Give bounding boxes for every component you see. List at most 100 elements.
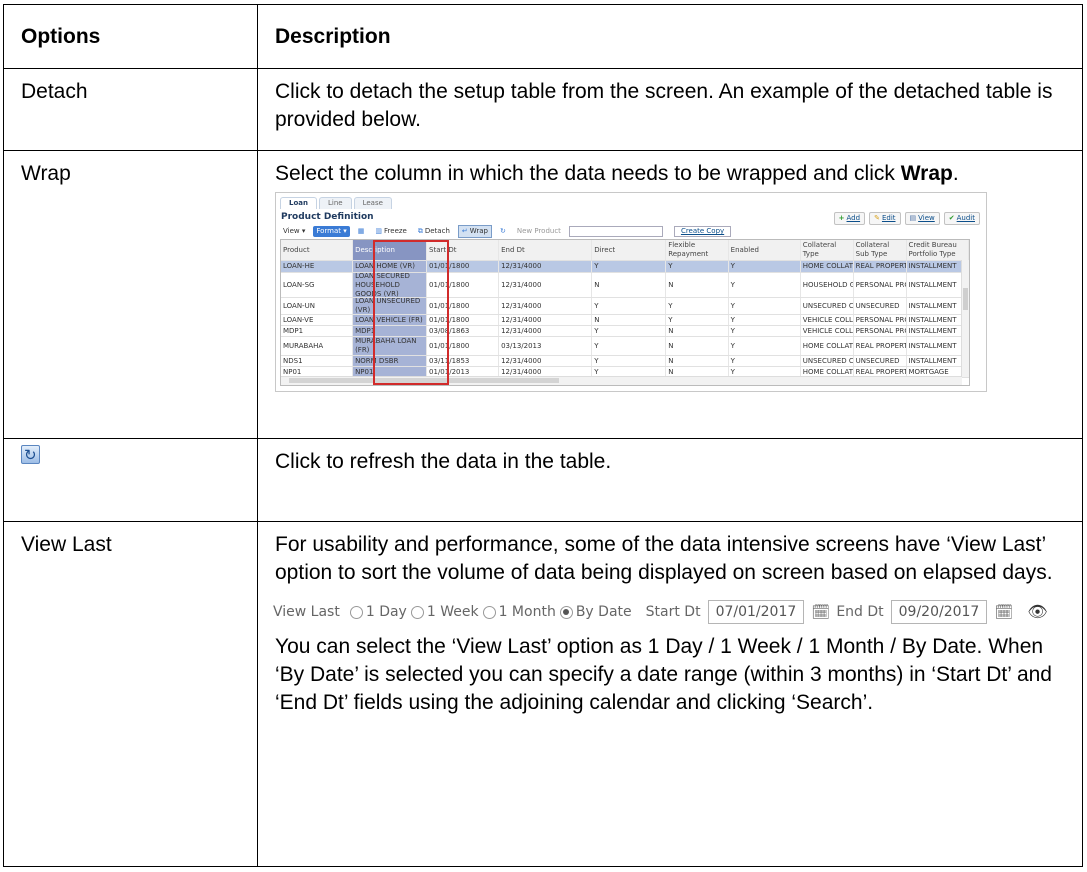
radio-1-month[interactable] [482, 605, 496, 619]
table-row: View Last For usability and performance,… [3, 521, 1083, 867]
radio-1-month-label: 1 Month [498, 604, 556, 620]
table-toolbar: View ▾ Format ▾ ▦ ▥ Freeze ⧉ Detach ↵ Wrap … [280, 225, 732, 238]
vertical-scrollbar[interactable] [961, 260, 969, 377]
table-row: Click to refresh the data in the table. [3, 438, 1083, 522]
table-row[interactable]: LOAN-HE LOAN HOME (VR) 01/01/1800 12/31/400… [281, 261, 969, 273]
description-cell: Click to refresh the data in the table. [257, 438, 1083, 522]
start-dt-field[interactable]: 07/01/2017 [707, 600, 805, 624]
export-icon[interactable]: ▦ [355, 226, 368, 237]
header-description: Description [257, 4, 1083, 69]
table-cell: UNSECURED [854, 298, 907, 314]
detach-icon: ⧉ [417, 227, 423, 235]
table-row: Detach Click to detach the setup table f… [3, 68, 1083, 151]
add-icon: + [838, 214, 845, 222]
radio-1-week[interactable] [410, 605, 424, 619]
table-cell: UNSECURED COLLATI [801, 298, 854, 314]
table-cell: HOME COLLATERAL [802, 261, 854, 272]
edit-button[interactable]: ✎ Edit [869, 212, 901, 225]
description-cell: Select the column in which the data need… [257, 150, 1083, 439]
grid-header: Product Description Start Dt End Dt Direct Fl… [281, 240, 969, 261]
table-cell: Y [592, 298, 667, 314]
horizontal-scrollbar[interactable] [281, 376, 962, 385]
table-cell: PERSONAL PROPERT [854, 273, 907, 297]
column-header[interactable]: Direct [592, 240, 667, 260]
tab-line[interactable]: Line [318, 197, 352, 209]
table-row[interactable]: LOAN-VE LOAN VEHICLE (FR) 01/01/1800 12/31/… [281, 315, 969, 326]
product-tabs: Loan Line Lease [280, 197, 392, 209]
end-dt-field[interactable]: 09/20/2017 [890, 600, 988, 624]
table-cell: VEHICLE COLLATERA [802, 326, 854, 336]
vertical-scroll-thumb[interactable] [963, 288, 968, 310]
column-header[interactable]: Flexible Repayment [666, 240, 729, 260]
tab-lease[interactable]: Lease [353, 197, 392, 209]
refresh-small-icon[interactable]: ↻ [497, 226, 509, 237]
freeze-button[interactable]: ▥ Freeze [372, 226, 409, 237]
add-button[interactable]: + Add [833, 212, 866, 225]
option-cell: View Last [3, 521, 258, 867]
table-cell: INSTALLMENT [907, 315, 969, 325]
table-cell: Y [666, 261, 729, 272]
table-cell: 12/31/4000 [499, 356, 593, 366]
radio-1-week-label: 1 Week [426, 604, 479, 620]
detach-button[interactable]: ⧉ Detach [415, 226, 453, 237]
calendar-icon[interactable]: 🗓 [994, 598, 1013, 626]
option-wrap: Wrap [21, 162, 71, 185]
table-cell: LOAN VEHICLE (FR) [353, 315, 428, 325]
table-cell: UNSECURED [854, 356, 907, 366]
view-button[interactable]: ▤ View [904, 212, 940, 225]
table-cell: N [592, 273, 667, 297]
table-cell: LOAN-UN [281, 298, 354, 314]
table-cell: NORM DSBR [353, 356, 428, 366]
edit-label: Edit [881, 214, 896, 222]
action-buttons: + Add ✎ Edit ▤ View ✔ Audit [833, 212, 980, 225]
column-header[interactable]: End Dt [499, 240, 593, 260]
new-product-input[interactable] [568, 226, 663, 237]
options-table: Options Description Detach Click to deta… [3, 4, 1083, 867]
create-copy-button[interactable]: Create Copy [673, 226, 732, 237]
column-header[interactable]: Start Dt [427, 240, 500, 260]
table-cell: INSTALLMENT [907, 298, 969, 314]
wrap-label: Wrap [469, 227, 488, 235]
table-cell: 12/31/4000 [499, 326, 593, 336]
table-cell: LOAN UNSECURED (VR) [353, 298, 428, 314]
table-cell: 01/01/1800 [427, 273, 500, 297]
table-cell: LOAN-VE [281, 315, 354, 325]
table-cell: MDP1 [353, 326, 428, 336]
table-cell: INSTALLMENT [907, 356, 969, 366]
table-cell: HOUSEHOLD GOODS [801, 273, 854, 297]
column-header[interactable]: Product [281, 240, 354, 260]
radio-by-date-label: By Date [575, 604, 632, 620]
desc-refresh: Click to refresh the data in the table. [275, 450, 612, 473]
view-last-strip: View Last 1 Day 1 Week 1 Month By Date S… [273, 598, 1082, 626]
start-dt-label: Start Dt [645, 604, 701, 620]
view-menu[interactable]: View ▾ [280, 226, 308, 237]
column-header[interactable]: Enabled [729, 240, 801, 260]
table-cell: N [666, 356, 729, 366]
table-row[interactable]: NDS1 NORM DSBR 03/11/1853 12/31/4000 Y N Y UNSE… [281, 356, 969, 367]
desc-wrap-pre: Select the column in which the data need… [275, 162, 901, 185]
tab-loan[interactable]: Loan [280, 197, 317, 209]
option-cell: Detach [3, 68, 258, 151]
column-header[interactable]: Collateral Sub Type [854, 240, 907, 260]
header-options: Options [3, 4, 258, 69]
table-cell: 12/31/4000 [499, 273, 593, 297]
calendar-icon[interactable]: 🗓 [811, 598, 830, 626]
radio-1-day[interactable] [349, 605, 363, 619]
table-cell: N [666, 337, 729, 355]
column-header[interactable]: Collateral Type [801, 240, 854, 260]
column-header[interactable]: Description [353, 240, 428, 260]
audit-button[interactable]: ✔ Audit [943, 212, 980, 225]
table-row[interactable]: LOAN-UN LOAN UNSECURED (VR) 01/01/1800 12/3… [281, 298, 969, 315]
table-row[interactable]: LOAN-SG LOAN SECURED HOUSEHOLD GOODS (VR)… [281, 273, 969, 298]
search-binoculars-icon[interactable]: 👁 [1027, 598, 1047, 626]
table-cell: Y [592, 261, 667, 272]
radio-by-date[interactable] [559, 605, 573, 619]
table-cell: Y [592, 326, 667, 336]
column-header[interactable]: Credit Bureau Portfolio Type [907, 240, 969, 260]
table-row[interactable]: MDP1 MDP1 03/08/1863 12/31/4000 Y N Y VEHICLE C… [281, 326, 969, 337]
table-row[interactable]: MURABAHA MURABAHA LOAN (FR) 01/01/1800 03/1… [281, 337, 969, 356]
format-menu[interactable]: Format ▾ [313, 226, 350, 237]
freeze-label: Freeze [384, 227, 407, 235]
horizontal-scroll-thumb[interactable] [289, 378, 559, 383]
wrap-button[interactable]: ↵ Wrap [457, 225, 492, 238]
